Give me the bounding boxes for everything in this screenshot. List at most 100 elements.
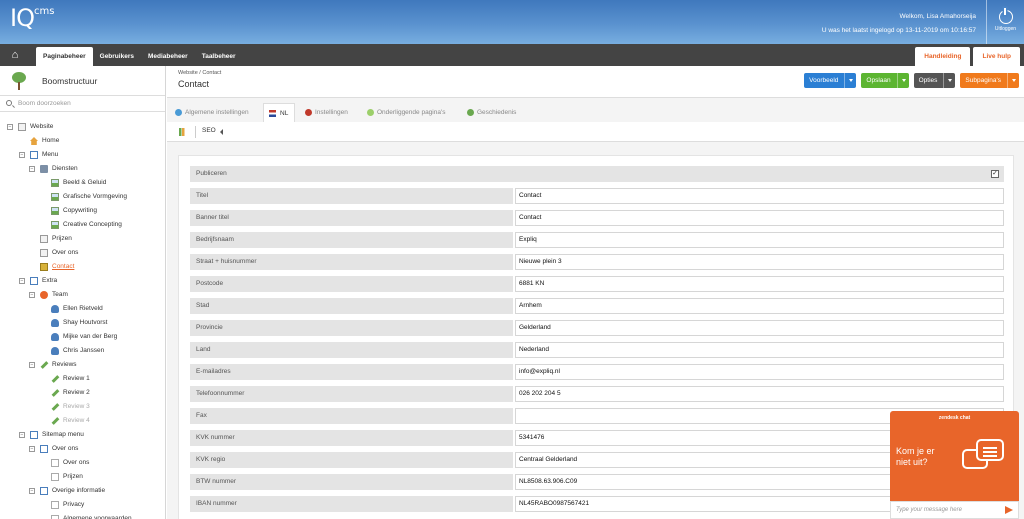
- chat-input[interactable]: Type your message here: [890, 501, 1019, 519]
- iqcms-logo[interactable]: IQ cms: [10, 4, 54, 32]
- tree-item-label: Ellen Rietveld: [63, 305, 103, 312]
- tree-item-label: Over ons: [52, 445, 79, 452]
- image-icon: [51, 207, 59, 215]
- tree-item-label: Diensten: [52, 165, 78, 172]
- action-button-label: Opties: [918, 77, 938, 84]
- person-icon: [51, 319, 59, 327]
- send-icon[interactable]: [1005, 506, 1013, 514]
- image-icon: [51, 193, 59, 201]
- doc-icon: [51, 459, 59, 467]
- tree-item-label: Home: [42, 137, 60, 144]
- chat-brand: zendesk chat: [938, 415, 971, 421]
- field-input[interactable]: 026 202 204 5: [515, 386, 1004, 402]
- person-icon: [51, 333, 59, 341]
- tree-item-label: Copywriting: [63, 207, 97, 214]
- chevron-down-icon[interactable]: [1007, 73, 1019, 88]
- home-icon[interactable]: ⌂: [8, 48, 22, 62]
- seo-label[interactable]: SEO: [202, 127, 216, 134]
- field-label: Banner titel: [190, 210, 513, 226]
- field-label: KVK nummer: [190, 430, 513, 446]
- chat-widget[interactable]: zendesk chat Kom je er niet uit? Type yo…: [890, 411, 1019, 519]
- tree-item-label: Review 1: [63, 375, 90, 382]
- action-button-2[interactable]: Opties: [913, 73, 956, 88]
- field-label: BTW nummer: [190, 474, 513, 490]
- chat-input-placeholder: Type your message here: [896, 507, 962, 513]
- tab-2[interactable]: Instellingen: [303, 103, 348, 122]
- action-button-3[interactable]: Subpagina's: [960, 73, 1019, 88]
- manual-tab[interactable]: Handleiding: [915, 47, 971, 66]
- collapse-toggle-icon[interactable]: −: [19, 278, 25, 284]
- tab-label: Instellingen: [315, 109, 348, 116]
- chevron-down-icon[interactable]: [896, 73, 909, 88]
- tree-icon: [12, 72, 26, 90]
- publish-row: Publiceren ✓: [190, 166, 1004, 182]
- collapse-toggle-icon[interactable]: −: [19, 152, 25, 158]
- live-help-tab[interactable]: Live hulp: [973, 47, 1020, 66]
- breadcrumb[interactable]: Website / Contact: [178, 70, 221, 76]
- tree-search-placeholder: Boom doorzoeken: [18, 100, 71, 107]
- collapse-toggle-icon[interactable]: −: [29, 292, 35, 298]
- field-input[interactable]: info@expliq.nl: [515, 364, 1004, 380]
- logout-label: Uitloggen: [994, 26, 1017, 32]
- collapse-toggle-icon[interactable]: −: [19, 432, 25, 438]
- collapse-toggle-icon[interactable]: −: [29, 488, 35, 494]
- collapse-toggle-icon[interactable]: −: [29, 362, 35, 368]
- image-icon: [51, 179, 59, 187]
- field-input[interactable]: 6881 KN: [515, 276, 1004, 292]
- chart-icon[interactable]: [179, 128, 187, 136]
- form-row: IBAN nummer NL45RABO0987567421: [190, 496, 1004, 512]
- form-row: Telefoonnummer 026 202 204 5: [190, 386, 1004, 402]
- field-input[interactable]: Arnhem: [515, 298, 1004, 314]
- tree-item-label: Extra: [42, 277, 58, 284]
- last-login-text: U was het laatst ingelogd op 13-11-2019 …: [821, 27, 976, 34]
- field-label: Bedrijfsnaam: [190, 232, 513, 248]
- flag-icon: [269, 110, 276, 117]
- tab-3[interactable]: Onderliggende pagina's: [365, 103, 445, 122]
- nav-tab-gebruikers[interactable]: Gebruikers: [93, 47, 141, 66]
- person-icon: [51, 305, 59, 313]
- tab-1[interactable]: NL: [263, 103, 296, 122]
- menu-icon: [40, 445, 48, 453]
- pen-icon: [40, 361, 49, 369]
- field-label: Stad: [190, 298, 513, 314]
- chat-message: Kom je er niet uit?: [896, 446, 935, 468]
- field-input[interactable]: Expliq: [515, 232, 1004, 248]
- doc-icon: [51, 515, 59, 519]
- folder-icon: [40, 165, 48, 173]
- contact-icon: [40, 263, 48, 271]
- collapse-toggle-icon[interactable]: −: [29, 166, 35, 172]
- publish-label: Publiceren: [190, 166, 1004, 182]
- form-row: E-mailadres info@expliq.nl: [190, 364, 1004, 380]
- tree-search[interactable]: Boom doorzoeken: [0, 96, 165, 112]
- tab-label: Geschiedenis: [477, 109, 517, 116]
- logout-button[interactable]: Uitloggen: [986, 0, 1024, 44]
- collapse-toggle-icon[interactable]: −: [7, 124, 13, 130]
- nav-tab-taalbeheer[interactable]: Taalbeheer: [195, 47, 243, 66]
- tree-item-label: Sitemap menu: [42, 431, 84, 438]
- publish-checkbox[interactable]: ✓: [991, 170, 999, 178]
- chevron-down-icon[interactable]: [943, 73, 955, 88]
- nav-tab-paginabeheer[interactable]: Paginabeheer: [36, 47, 93, 66]
- field-label: Telefoonnummer: [190, 386, 513, 402]
- logo-superscript: cms: [34, 6, 55, 17]
- collapse-toggle-icon[interactable]: −: [29, 446, 35, 452]
- collapse-arrow-icon[interactable]: [220, 129, 223, 135]
- logo-text: IQ: [10, 4, 35, 32]
- nav-tab-mediabeheer[interactable]: Mediabeheer: [141, 47, 195, 66]
- tab-0[interactable]: Algemene instellingen: [173, 103, 249, 122]
- field-input[interactable]: Contact: [515, 188, 1004, 204]
- tab-label: Onderliggende pagina's: [377, 109, 446, 116]
- field-input[interactable]: Contact: [515, 210, 1004, 226]
- field-input[interactable]: Nederland: [515, 342, 1004, 358]
- action-button-0[interactable]: Voorbeeld: [804, 73, 857, 88]
- tab-4[interactable]: Geschiedenis: [465, 103, 516, 122]
- field-input[interactable]: Gelderland: [515, 320, 1004, 336]
- form-row: Fax: [190, 408, 1004, 424]
- sidebar-title: Boomstructuur: [42, 76, 98, 86]
- form-row: Land Nederland: [190, 342, 1004, 358]
- contact-form: Publiceren ✓ Titel Contact Banner titel Con…: [178, 155, 1014, 519]
- chevron-down-icon[interactable]: [844, 73, 856, 88]
- action-button-1[interactable]: Opslaan: [861, 73, 909, 88]
- toolbox-icon: [305, 109, 312, 116]
- field-input[interactable]: Nieuwe plein 3: [515, 254, 1004, 270]
